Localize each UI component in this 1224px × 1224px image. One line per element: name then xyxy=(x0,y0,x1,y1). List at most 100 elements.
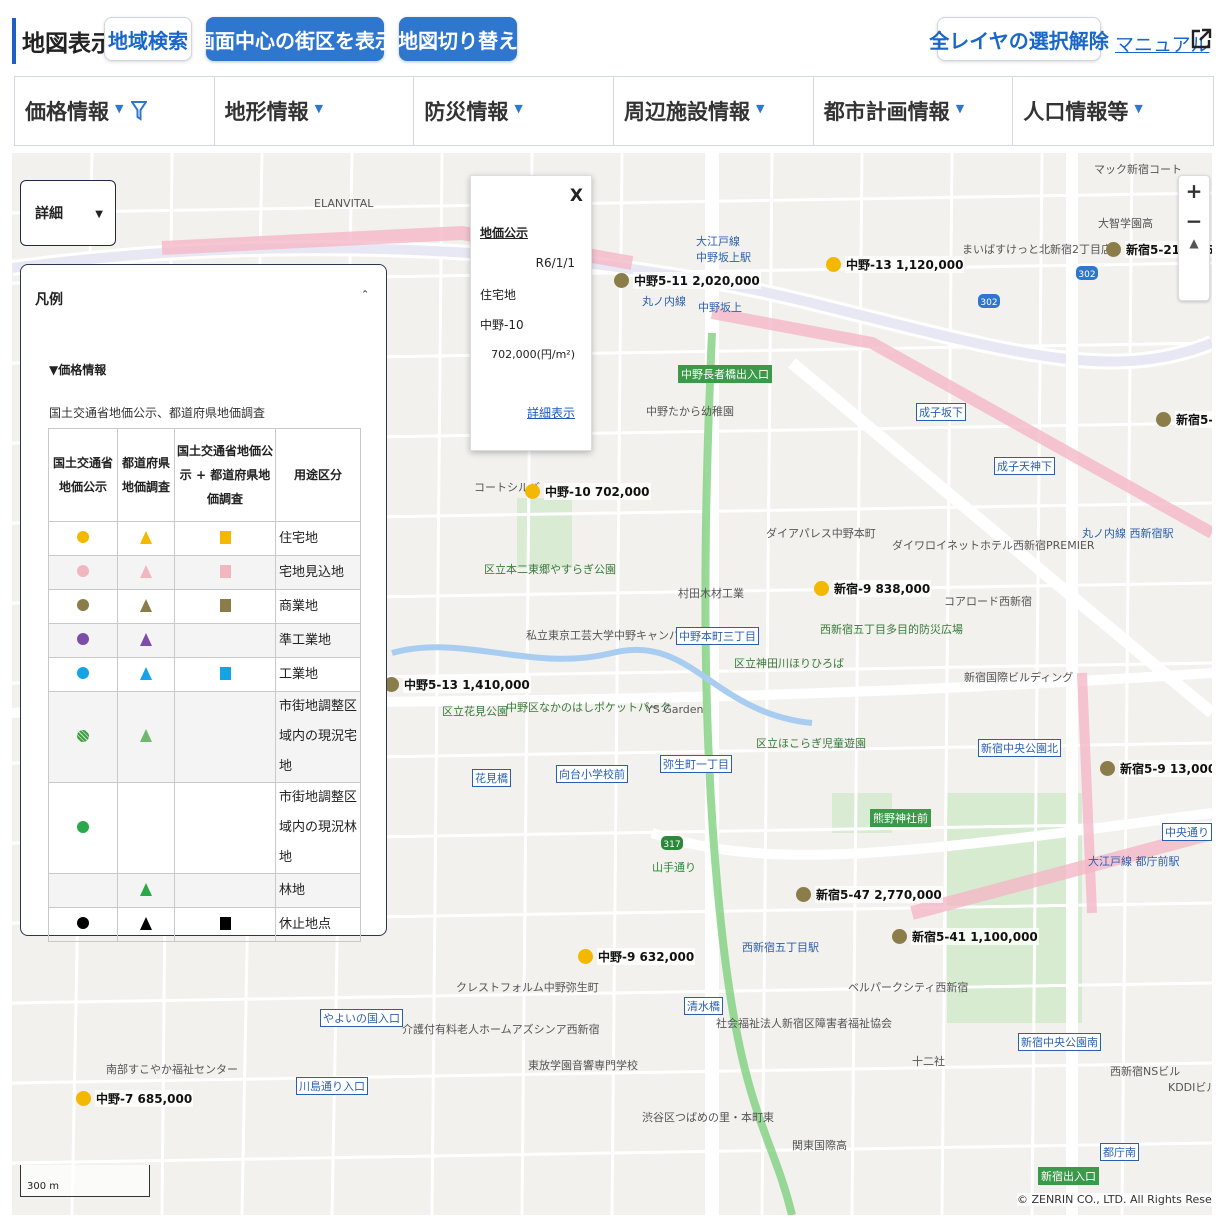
adjustment-forest-circle-icon xyxy=(77,820,89,833)
close-icon[interactable]: X xyxy=(570,186,583,206)
place-label: 区立花見公園 xyxy=(442,705,508,718)
place-label: 新宿中央公園南 xyxy=(1018,1033,1101,1051)
suspended-triangle-icon xyxy=(140,916,152,930)
price-marker[interactable]: 新宿5-47 2,770,000 xyxy=(796,886,943,903)
legend-use: 市街地調整区域内の現況林地 xyxy=(275,782,361,874)
place-label: 西新宿五丁目駅 xyxy=(742,941,819,954)
menu-facility-info[interactable]: 周辺施設情報 ▼ xyxy=(614,77,814,145)
place-label: 区立本二東郷やすらぎ公園 xyxy=(484,563,616,576)
marker-dot xyxy=(578,949,593,964)
place-label: 西新宿NSビル xyxy=(1110,1065,1181,1078)
price-marker[interactable]: 中野5-11 2,020,000 xyxy=(614,272,761,289)
chevron-down-icon: ▼ xyxy=(95,209,103,220)
place-label: 丸ノ内線 xyxy=(642,295,686,308)
menu-disaster-info[interactable]: 防災情報 ▼ xyxy=(414,77,615,145)
menu-terrain-info[interactable]: 地形情報 ▼ xyxy=(215,77,415,145)
place-label: ELANVITAL xyxy=(314,197,374,210)
place-label: 中野坂上 xyxy=(698,301,742,314)
legend-use: 準工業地 xyxy=(275,623,361,658)
menu-label: 防災情報 xyxy=(424,100,509,124)
legend-use: 工業地 xyxy=(275,657,361,692)
menu-population-info[interactable]: 人口情報等 ▼ xyxy=(1013,77,1213,145)
legend-section-title: ▼価格情報 xyxy=(49,363,107,377)
menu-label: 都市計画情報 xyxy=(823,100,950,124)
marker-label: 中野5-11 2,020,000 xyxy=(633,272,761,289)
title-accent-bar xyxy=(12,18,16,64)
commercial-triangle-icon xyxy=(140,598,152,612)
price-marker[interactable]: 中野-13 1,120,000 xyxy=(826,256,965,273)
place-label: 新宿国際ビルディング xyxy=(964,671,1074,684)
adjustment-residential-circle-icon xyxy=(77,729,89,742)
popup-use: 住宅地 xyxy=(480,288,517,302)
prospective-circle-icon xyxy=(77,565,89,577)
zoom-out-button[interactable]: − xyxy=(1179,206,1209,236)
place-label: 中野たから幼稚園 xyxy=(646,405,734,418)
place-label: ベルパークシティ西新宿 xyxy=(848,981,969,994)
map-canvas[interactable]: 302 302 317 ELANVITAL 大江戸線 中野坂上駅 丸ノ内線 中野… xyxy=(12,153,1212,1215)
detail-select-value: 詳細 xyxy=(35,206,63,222)
legend-use: 住宅地 xyxy=(275,521,361,556)
popup-code: 中野-10 xyxy=(480,318,524,332)
menu-label: 価格情報 xyxy=(25,100,109,124)
legend-use: 宅地見込地 xyxy=(275,555,361,590)
legend-title: 凡例 xyxy=(35,292,63,308)
marker-label: 中野-13 1,120,000 xyxy=(845,256,965,273)
place-label: 向台小学校前 xyxy=(556,765,628,783)
place-label: KDDIビル xyxy=(1168,1081,1212,1094)
north-arrow-icon[interactable]: ▲ xyxy=(1179,236,1209,276)
marker-label: 新宿5-47 2,770,000 xyxy=(815,886,943,903)
legend-subtitle: 国土交通省地価公示、都道府県地価調査 xyxy=(49,406,266,420)
place-label: 熊野神社前 xyxy=(870,809,931,827)
suspended-circle-icon xyxy=(77,917,89,929)
menu-city-planning-info[interactable]: 都市計画情報 ▼ xyxy=(814,77,1014,145)
price-marker[interactable]: 新宿5-41 1,100,000 xyxy=(892,928,1039,945)
area-search-button[interactable]: 地域検索 xyxy=(104,17,192,61)
residential-triangle-icon xyxy=(140,530,152,544)
place-label: 南部すこやか福祉センター xyxy=(106,1063,238,1076)
price-marker[interactable]: 新宿-9 838,000 xyxy=(814,580,932,597)
price-marker[interactable]: 中野-10 702,000 xyxy=(525,483,651,500)
legend-use: 休止地点 xyxy=(275,907,361,942)
caret-down-icon: ▼ xyxy=(1134,101,1143,115)
external-link-icon[interactable] xyxy=(1190,28,1212,50)
place-label: 成子天神下 xyxy=(994,457,1055,475)
place-label: 山手通り xyxy=(652,861,696,874)
price-marker[interactable]: 新宿5-26 1 xyxy=(1156,411,1212,428)
place-label: 大江戸線 xyxy=(696,235,740,248)
place-label: 村田木材工業 xyxy=(678,587,744,600)
place-label: 区立神田川ほりひろば xyxy=(734,657,844,670)
price-marker[interactable]: 中野5-13 1,410,000 xyxy=(384,676,531,693)
place-label: 弥生町一丁目 xyxy=(660,755,732,773)
menu-price-info[interactable]: 価格情報 ▼ xyxy=(15,77,215,145)
place-label: YS Garden xyxy=(646,703,704,716)
marker-label: 中野5-13 1,410,000 xyxy=(403,676,531,693)
place-label: 中央通り xyxy=(1162,823,1212,841)
place-label: 花見橋 xyxy=(472,769,511,787)
place-label: 社会福祉法人新宿区障害者福祉協会 xyxy=(716,1017,892,1030)
detail-level-select[interactable]: 詳細 ▼ xyxy=(20,180,116,246)
detail-link[interactable]: 詳細表示 xyxy=(527,404,575,421)
metro-line xyxy=(1077,672,1097,914)
marker-label: 新宿5-9 13,000,000 xyxy=(1119,760,1212,777)
place-label: 介護付有料老人ホームアズシンア西新宿 xyxy=(402,1023,600,1036)
legend-header: 国土交通省地価公示 + 都道府県地価調査 xyxy=(174,428,276,522)
price-marker[interactable]: 中野-7 685,000 xyxy=(76,1090,194,1107)
price-marker[interactable]: 中野-9 632,000 xyxy=(578,948,696,965)
place-label: コアロード西新宿 xyxy=(944,595,1032,608)
marker-label: 中野-7 685,000 xyxy=(95,1090,194,1107)
zoom-in-button[interactable]: + xyxy=(1179,176,1209,206)
legend-panel: 凡例 ＾ ▼価格情報 国土交通省地価公示、都道府県地価調査 国土交通省地価公示 … xyxy=(20,264,387,942)
legend-table: 国土交通省地価公示 都道府県地価調査 国土交通省地価公示 + 都道府県地価調査 … xyxy=(48,428,361,942)
switch-map-button[interactable]: 地図切り替え xyxy=(398,17,518,61)
marker-dot xyxy=(1156,412,1171,427)
show-center-block-button[interactable]: 画面中心の街区を表示 xyxy=(195,17,395,61)
place-label: 丸ノ内線 西新宿駅 xyxy=(1082,527,1174,540)
caret-down-icon: ▼ xyxy=(955,101,965,115)
place-label: ダイワロイネットホテル西新宿PREMIER xyxy=(892,539,1095,552)
clear-layers-button[interactable]: 全レイヤの選択解除 xyxy=(929,17,1109,61)
popup-price: 702,000(円/m²) xyxy=(491,348,575,361)
caret-down-icon: ▼ xyxy=(115,101,124,115)
filter-icon[interactable] xyxy=(131,100,148,122)
chevron-up-icon[interactable]: ＾ xyxy=(358,289,372,309)
price-marker[interactable]: 新宿5-9 13,000,000 xyxy=(1100,760,1212,777)
